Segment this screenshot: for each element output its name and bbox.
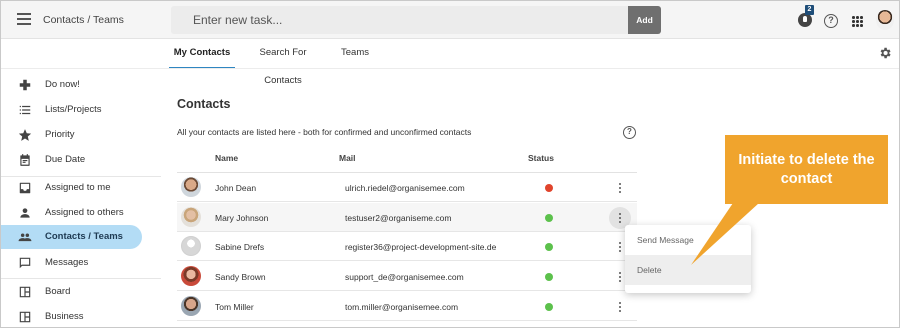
contact-name: Sandy Brown — [215, 272, 266, 282]
status-indicator — [545, 273, 553, 281]
notification-bell-icon[interactable] — [798, 13, 812, 27]
sidebar-item-label: Do now! — [45, 79, 80, 90]
person-icon — [20, 208, 30, 218]
hamburger-menu-icon[interactable] — [17, 13, 31, 25]
contact-email: ulrich.riedel@organisemee.com — [345, 183, 465, 193]
status-indicator — [545, 243, 553, 251]
sidebar-item-priority[interactable]: Priority — [1, 123, 142, 147]
apps-grid-icon[interactable] — [852, 16, 863, 27]
new-task-input[interactable] — [171, 6, 631, 34]
user-avatar[interactable] — [876, 10, 894, 30]
sidebar-item-business[interactable]: Business — [1, 305, 142, 327]
sidebar-item-assigned-to-me[interactable]: Assigned to me — [1, 176, 142, 200]
more-options-icon[interactable] — [609, 296, 631, 318]
settings-gear-icon[interactable] — [878, 46, 892, 60]
table-row[interactable]: Tom Miller tom.miller@organisemee.com — [177, 292, 637, 321]
sidebar-item-do-now[interactable]: Do now! — [1, 73, 142, 97]
tab-my-contacts[interactable]: My Contacts — [169, 39, 235, 69]
help-icon[interactable]: ? — [623, 126, 636, 139]
column-header-mail[interactable]: Mail — [339, 153, 356, 163]
sidebar-item-label: Priority — [45, 129, 75, 140]
contact-email: testuser2@organiseme.com — [345, 213, 452, 223]
tab-search-for-contacts[interactable]: Search For Contacts — [241, 39, 325, 86]
sidebar-item-due-date[interactable]: Due Date — [1, 148, 142, 172]
avatar — [181, 266, 201, 286]
avatar — [181, 296, 201, 316]
page-description: All your contacts are listed here - both… — [177, 127, 472, 137]
sidebar-item-label: Board — [45, 286, 71, 297]
page-title: Contacts — [177, 97, 231, 111]
gamepad-icon — [19, 79, 31, 91]
inbox-icon — [19, 182, 31, 194]
column-header-status[interactable]: Status — [528, 153, 554, 163]
sidebar-item-lists-projects[interactable]: Lists/Projects — [1, 98, 142, 122]
contact-email: support_de@organisemee.com — [345, 272, 464, 282]
contact-email: tom.miller@organisemee.com — [345, 302, 459, 312]
sidebar-divider — [1, 278, 161, 279]
avatar — [181, 207, 201, 227]
calendar-icon — [20, 154, 30, 166]
list-icon — [19, 105, 31, 115]
table-row[interactable]: Sandy Brown support_de@organisemee.com — [177, 262, 637, 291]
annotation-callout: Initiate to delete the contact — [725, 135, 888, 204]
sidebar-item-label: Due Date — [45, 154, 86, 165]
table-row[interactable]: Mary Johnson testuser2@organiseme.com — [177, 203, 637, 232]
sidebar-item-label: Messages — [45, 257, 89, 268]
sidebar-item-label: Assigned to others — [45, 207, 124, 218]
sidebar: Do now! Lists/Projects Priority Due Date… — [1, 69, 161, 327]
add-task-button[interactable]: Add — [628, 6, 661, 34]
callout-pointer — [691, 203, 759, 265]
sidebar-item-label: Contacts / Teams — [45, 231, 123, 242]
help-icon[interactable]: ? — [824, 14, 838, 28]
contact-name: Mary Johnson — [215, 213, 269, 223]
status-indicator — [545, 303, 553, 311]
sidebar-item-label: Lists/Projects — [45, 104, 102, 115]
star-icon — [18, 129, 32, 141]
contact-name: Tom Miller — [215, 302, 254, 312]
status-indicator — [545, 214, 553, 222]
contact-name: Sabine Drefs — [215, 242, 265, 252]
board-icon — [19, 286, 31, 298]
sidebar-item-assigned-to-others[interactable]: Assigned to others — [1, 201, 142, 225]
status-indicator — [545, 184, 553, 192]
avatar — [181, 236, 201, 256]
top-bar: Contacts / Teams Add 2 ? — [1, 1, 899, 39]
contact-name: John Dean — [215, 183, 257, 193]
sidebar-item-board[interactable]: Board — [1, 280, 142, 304]
tab-teams[interactable]: Teams — [335, 39, 375, 69]
column-header-name[interactable]: Name — [215, 153, 238, 163]
sidebar-item-label: Assigned to me — [45, 182, 111, 193]
sidebar-item-contacts-teams[interactable]: Contacts / Teams — [1, 225, 142, 249]
message-icon — [19, 257, 31, 269]
table-row[interactable]: John Dean ulrich.riedel@organisemee.com — [177, 173, 637, 202]
notification-count-badge: 2 — [805, 5, 814, 15]
contact-email: register36@project-development-site.de — [345, 242, 497, 252]
sidebar-item-messages[interactable]: Messages — [1, 251, 142, 275]
board-icon — [19, 311, 31, 323]
more-options-icon[interactable] — [609, 177, 631, 199]
sidebar-item-label: Business — [45, 311, 84, 322]
avatar — [181, 177, 201, 197]
people-icon — [18, 233, 32, 242]
table-row[interactable]: Sabine Drefs register36@project-developm… — [177, 232, 637, 261]
app-window: Contacts / Teams Add 2 ? My Contacts Sea… — [0, 0, 900, 328]
app-title: Contacts / Teams — [43, 14, 124, 26]
